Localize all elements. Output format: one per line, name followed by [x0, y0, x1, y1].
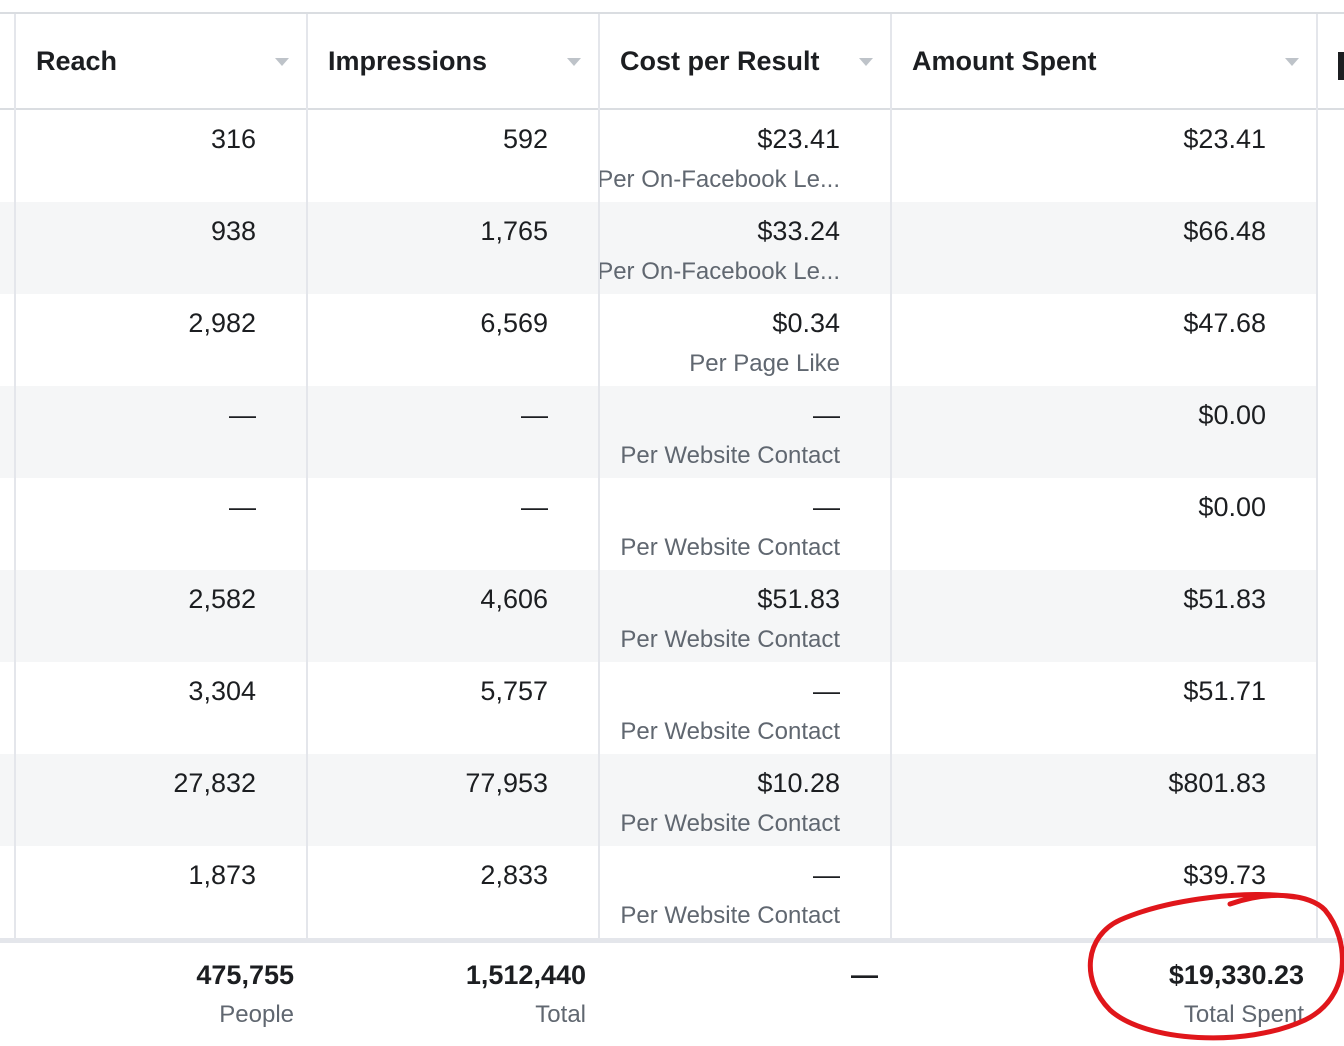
result-type-label: Per Website Contact: [620, 626, 840, 653]
cell-amount-spent: $0.00: [1198, 400, 1266, 430]
result-type-label: Per Website Contact: [620, 718, 840, 745]
column-divider: [890, 14, 892, 1046]
column-header-amount-spent[interactable]: Amount Spent: [912, 14, 1312, 108]
totals-row: 475,755 People 1,512,440 Total — $19,330…: [0, 943, 1344, 1046]
column-header-cost-per-result[interactable]: Cost per Result: [620, 14, 890, 108]
result-type-label: Per On-Facebook Le...: [597, 166, 840, 193]
cell-cost-per-result: —: [813, 860, 840, 890]
cell-cost-per-result: $23.41: [757, 124, 840, 154]
column-divider: [1316, 14, 1318, 1046]
cell-amount-spent: $39.73: [1183, 860, 1266, 890]
cell-reach: —: [229, 492, 256, 522]
cell-reach: —: [229, 400, 256, 430]
total-cost-per-result: —: [851, 960, 878, 990]
cell-cost-per-result: $51.83: [757, 584, 840, 614]
column-divider: [598, 14, 600, 1046]
cell-amount-spent: $51.83: [1183, 584, 1266, 614]
result-type-label: Per Website Contact: [620, 442, 840, 469]
cell-amount-spent: $47.68: [1183, 308, 1266, 338]
result-type-label: Per On-Facebook Le...: [597, 258, 840, 285]
column-header-reach[interactable]: Reach: [36, 14, 306, 108]
cell-reach: 3,304: [188, 676, 256, 706]
total-reach: 475,755: [196, 960, 294, 990]
column-header-label: Amount Spent: [912, 45, 1097, 76]
table-row[interactable]: 1,873 2,833 — Per Website Contact $39.73: [0, 846, 1318, 938]
result-type-label: Per Website Contact: [620, 902, 840, 929]
cell-cost-per-result: —: [813, 492, 840, 522]
total-amount-spent: $19,330.23: [1168, 960, 1304, 990]
cell-impressions: 6,569: [480, 308, 548, 338]
cell-cost-per-result: $0.34: [772, 308, 840, 338]
result-type-label: Per Page Like: [689, 350, 840, 377]
cell-impressions: 592: [502, 124, 548, 154]
sort-caret-icon[interactable]: [1285, 58, 1299, 66]
cell-cost-per-result: —: [813, 400, 840, 430]
cell-impressions: —: [521, 492, 548, 522]
cell-amount-spent: $801.83: [1168, 768, 1266, 798]
cell-amount-spent: $51.71: [1183, 676, 1266, 706]
column-header-impressions[interactable]: Impressions: [328, 14, 598, 108]
column-divider: [306, 14, 308, 1046]
result-type-label: Per Website Contact: [620, 534, 840, 561]
table-row[interactable]: 938 1,765 $33.24 Per On-Facebook Le... $66.4…: [0, 202, 1318, 294]
total-amount-spent-label: Total Spent: [1183, 1001, 1304, 1028]
column-header-label: Cost per Result: [620, 45, 820, 76]
cell-reach: 27,832: [173, 768, 256, 798]
cell-cost-per-result: —: [813, 676, 840, 706]
ads-results-table: Reach Impressions Cost per Result Amount…: [0, 0, 1344, 1046]
total-impressions-label: Total: [535, 1001, 586, 1028]
cell-reach: 938: [210, 216, 256, 246]
next-column-header-fragment: [1338, 52, 1344, 80]
cell-amount-spent: $0.00: [1198, 492, 1266, 522]
column-header-label: Reach: [36, 45, 118, 76]
cell-reach: 2,982: [188, 308, 256, 338]
cell-amount-spent: $66.48: [1183, 216, 1266, 246]
sort-caret-icon[interactable]: [567, 58, 581, 66]
cell-impressions: 4,606: [480, 584, 548, 614]
cell-impressions: 1,765: [480, 216, 548, 246]
sort-caret-icon[interactable]: [275, 58, 289, 66]
table-row[interactable]: 2,982 6,569 $0.34 Per Page Like $47.68: [0, 294, 1318, 386]
cell-reach: 1,873: [188, 860, 256, 890]
table-row[interactable]: — — — Per Website Contact $0.00: [0, 478, 1318, 570]
table-row[interactable]: 3,304 5,757 — Per Website Contact $51.71: [0, 662, 1318, 754]
table-row[interactable]: — — — Per Website Contact $0.00: [0, 386, 1318, 478]
table-row[interactable]: 27,832 77,953 $10.28 Per Website Contact $80…: [0, 754, 1318, 846]
cell-impressions: 5,757: [480, 676, 548, 706]
total-reach-label: People: [219, 1001, 294, 1028]
total-impressions: 1,512,440: [465, 960, 586, 990]
column-divider: [14, 14, 16, 1046]
result-type-label: Per Website Contact: [620, 810, 840, 837]
cell-impressions: —: [521, 400, 548, 430]
cell-impressions: 2,833: [480, 860, 548, 890]
sort-caret-icon[interactable]: [859, 58, 873, 66]
cell-reach: 2,582: [188, 584, 256, 614]
cell-amount-spent: $23.41: [1183, 124, 1266, 154]
cell-cost-per-result: $10.28: [757, 768, 840, 798]
table-row[interactable]: 316 592 $23.41 Per On-Facebook Le... $23.41: [0, 110, 1318, 202]
table-header: Reach Impressions Cost per Result Amount…: [0, 14, 1344, 110]
column-header-label: Impressions: [328, 45, 488, 76]
table-row[interactable]: 2,582 4,606 $51.83 Per Website Contact $51.8…: [0, 570, 1318, 662]
cell-reach: 316: [210, 124, 256, 154]
cell-cost-per-result: $33.24: [757, 216, 840, 246]
cell-impressions: 77,953: [465, 768, 548, 798]
